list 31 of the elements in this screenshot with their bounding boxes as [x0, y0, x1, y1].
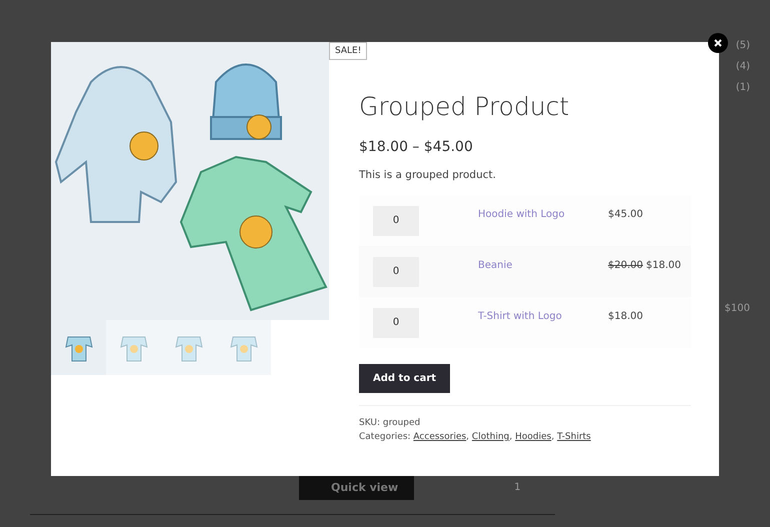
separator: ,: [466, 432, 470, 442]
close-button[interactable]: [708, 33, 728, 53]
price-filter-max: $100: [724, 303, 750, 314]
quantity-field[interactable]: 0: [373, 206, 419, 236]
quantity-field[interactable]: 0: [373, 256, 419, 286]
price-range: $18.00 – $45.00: [359, 139, 474, 155]
close-icon: [714, 39, 722, 47]
category-link[interactable]: Accessories: [413, 432, 466, 442]
thumbnail[interactable]: [106, 320, 161, 375]
sku-text: SKU: grouped: [359, 417, 422, 430]
product-title: Grouped Product: [359, 92, 570, 121]
separator: ,: [551, 432, 556, 442]
category-count: (1): [736, 82, 750, 93]
categories-label: Categories:: [359, 432, 411, 442]
sale-badge: SALE!: [329, 42, 368, 60]
product-description: This is a grouped product.: [359, 169, 497, 181]
quantity-field[interactable]: 0: [373, 308, 419, 338]
item-price: $20.00 $18.00: [608, 260, 682, 271]
category-link[interactable]: T-Shirts: [557, 432, 591, 442]
category-count: (4): [736, 61, 750, 72]
thumbnail[interactable]: [51, 320, 106, 375]
item-price: $18.00: [608, 311, 644, 322]
category-link[interactable]: Hoodies: [515, 432, 552, 442]
quick-view-button[interactable]: Quick view: [299, 475, 414, 500]
category-count: (5): [736, 40, 750, 51]
add-to-cart-button[interactable]: Add to cart: [359, 364, 450, 393]
category-link[interactable]: Clothing: [472, 432, 510, 442]
quantity-text: 1: [514, 482, 521, 493]
thumbnail[interactable]: [216, 320, 271, 375]
item-price: $45.00: [608, 209, 644, 220]
separator: ,: [509, 432, 514, 442]
